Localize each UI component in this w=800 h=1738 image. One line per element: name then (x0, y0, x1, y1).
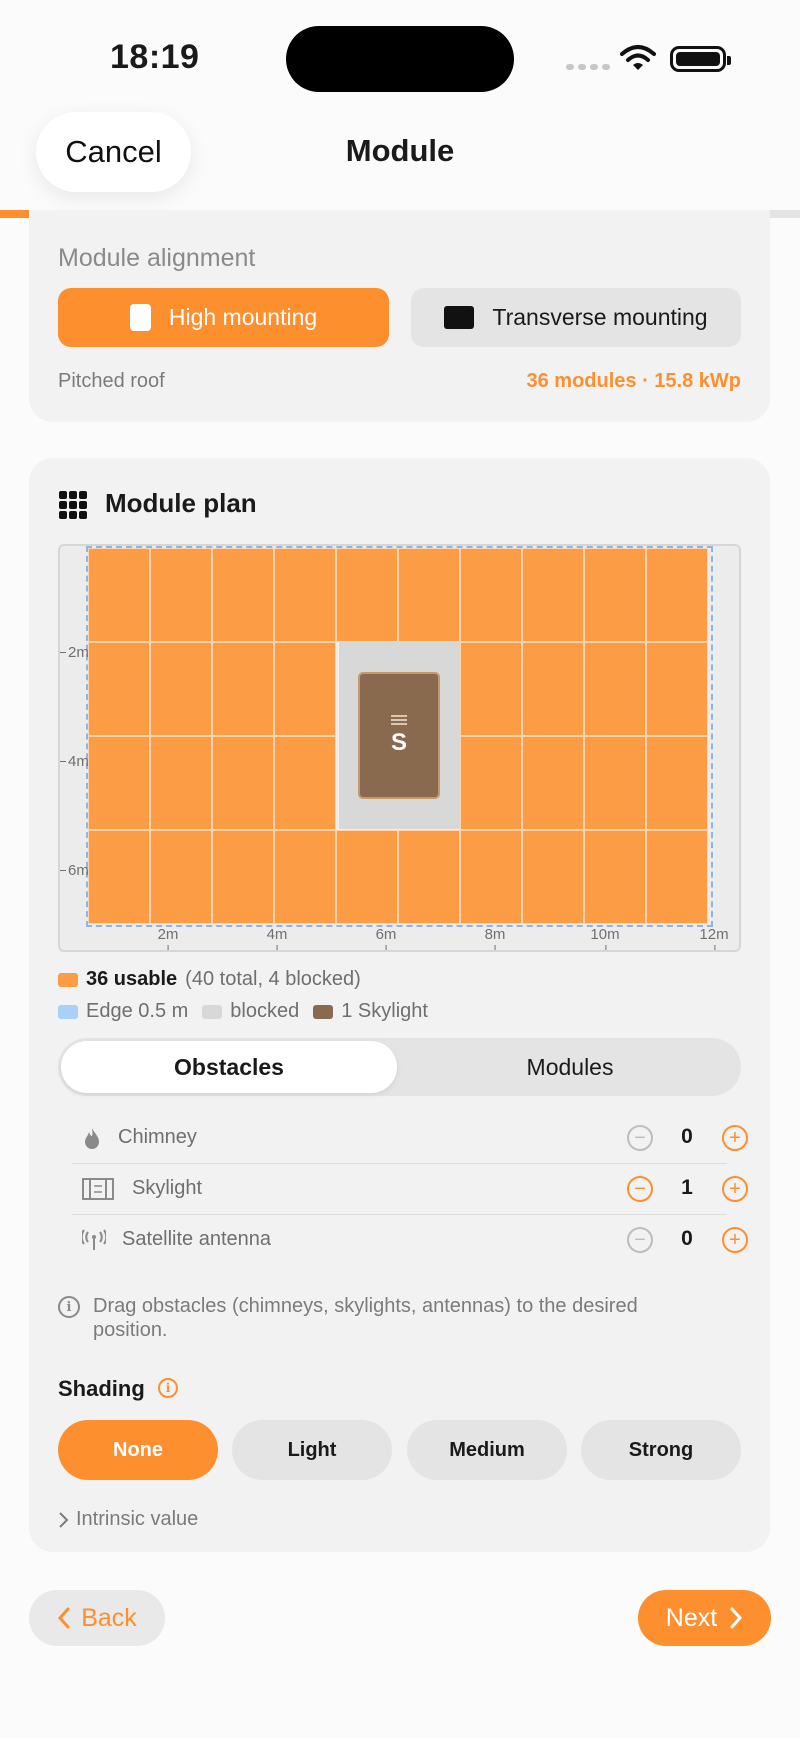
skylight-swatch (313, 1004, 334, 1019)
tab-modules[interactable]: Modules (402, 1041, 738, 1093)
drag-hint: Drag obstacles (chimneys, skylights, ant… (93, 1295, 638, 1341)
shading-none-button[interactable]: None (58, 1420, 218, 1480)
antenna-icon (82, 1229, 106, 1250)
obstacle-count: 0 (681, 1125, 693, 1148)
intrinsic-value-toggle[interactable]: Intrinsic value (58, 1508, 198, 1531)
y-tick-label: 2m (60, 644, 89, 661)
decrement-button[interactable]: − (627, 1176, 653, 1202)
chevron-right-icon (730, 1607, 743, 1629)
drag-handle-icon (391, 714, 407, 725)
skylight-legend: 1 Skylight (341, 1000, 428, 1022)
chevron-left-icon (58, 1607, 70, 1629)
cellular-signal-icon (566, 64, 610, 70)
edge-legend: Edge 0.5 m (86, 1000, 189, 1022)
obstacle-name: Satellite antenna (122, 1228, 272, 1250)
roof-type: Pitched roof (58, 370, 165, 392)
portrait-module-icon (129, 304, 151, 331)
tab-obstacles[interactable]: Obstacles (61, 1041, 397, 1093)
blocked-legend: blocked (230, 1000, 300, 1022)
skylight-label: S (390, 728, 407, 756)
module-plan-card: Module plan S 2m 4m 6m 2m 4m 6m 8m 10m 1… (29, 458, 770, 1552)
blocked-swatch (202, 1004, 223, 1019)
usable-count: 36 usable (86, 968, 178, 990)
obstacle-name: Chimney (118, 1126, 197, 1148)
x-tick-label: 8m (484, 926, 506, 950)
alignment-card: Module alignment High mounting Transvers… (29, 210, 770, 422)
increment-button[interactable]: + (722, 1176, 748, 1202)
module-plan-title: Module plan (105, 488, 257, 518)
x-tick-label: 10m (590, 926, 620, 950)
decrement-button[interactable]: − (627, 1227, 653, 1253)
status-time: 18:19 (110, 38, 200, 76)
next-label: Next (665, 1603, 718, 1632)
module-summary: 36 modules · 15.8 kWp (526, 370, 741, 392)
shading-medium-button[interactable]: Medium (407, 1420, 567, 1480)
obstacle-list: Chimney − 0 + Skylight − 1 + Satellite a… (72, 1113, 748, 1266)
obstacle-row-skylight: Skylight − 1 + (72, 1164, 748, 1215)
increment-button[interactable]: + (722, 1125, 748, 1151)
usable-legend: 36 usable (40 total, 4 blocked) (58, 968, 361, 991)
usable-detail: (40 total, 4 blocked) (185, 968, 361, 990)
status-bar: 18:19 (0, 0, 800, 110)
shading-strong-button[interactable]: Strong (581, 1420, 741, 1480)
y-tick-label: 4m (60, 753, 89, 770)
landscape-module-icon (444, 306, 475, 329)
skylight-obstacle[interactable]: S (358, 672, 440, 799)
intrinsic-value-label: Intrinsic value (76, 1508, 199, 1530)
roof-plan-canvas[interactable]: S 2m 4m 6m 2m 4m 6m 8m 10m 12m (58, 544, 741, 952)
grid-icon (59, 491, 87, 519)
back-button[interactable]: Back (29, 1590, 165, 1646)
chevron-right-icon (59, 1511, 69, 1528)
transverse-mounting-label: Transverse mounting (492, 304, 708, 330)
transverse-mounting-button[interactable]: Transverse mounting (411, 288, 741, 347)
plan-tabs: Obstacles Modules (58, 1038, 741, 1096)
dynamic-island (286, 26, 514, 92)
obstacle-count: 1 (681, 1176, 693, 1199)
y-tick-label: 6m (60, 862, 89, 879)
high-mounting-button[interactable]: High mounting (58, 288, 389, 347)
legend: Edge 0.5 m blocked 1 Skylight (58, 1000, 428, 1023)
shading-label: Shading (58, 1376, 145, 1401)
x-tick-label: 4m (266, 926, 288, 950)
next-button[interactable]: Next (638, 1590, 771, 1646)
shading-light-button[interactable]: Light (232, 1420, 392, 1480)
increment-button[interactable]: + (722, 1227, 748, 1253)
obstacle-row-antenna: Satellite antenna − 0 + (72, 1215, 748, 1266)
shading-info-icon[interactable]: i (158, 1378, 178, 1398)
page-title: Module (345, 133, 455, 168)
alignment-label: Module alignment (58, 244, 256, 272)
x-tick-label: 2m (157, 926, 179, 950)
usable-swatch (58, 972, 78, 987)
obstacle-row-chimney: Chimney − 0 + (72, 1113, 748, 1164)
obstacle-name: Skylight (132, 1177, 203, 1199)
high-mounting-label: High mounting (168, 304, 318, 330)
battery-icon (670, 46, 731, 72)
obstacle-count: 0 (681, 1227, 693, 1250)
skylight-icon (82, 1178, 114, 1200)
x-tick-label: 6m (375, 926, 397, 950)
flame-icon (85, 1128, 99, 1149)
wifi-icon (620, 45, 656, 70)
edge-swatch (58, 1004, 78, 1019)
decrement-button[interactable]: − (627, 1125, 653, 1151)
back-label: Back (81, 1603, 137, 1632)
x-tick-label: 12m (699, 926, 729, 950)
info-icon: i (58, 1296, 80, 1318)
